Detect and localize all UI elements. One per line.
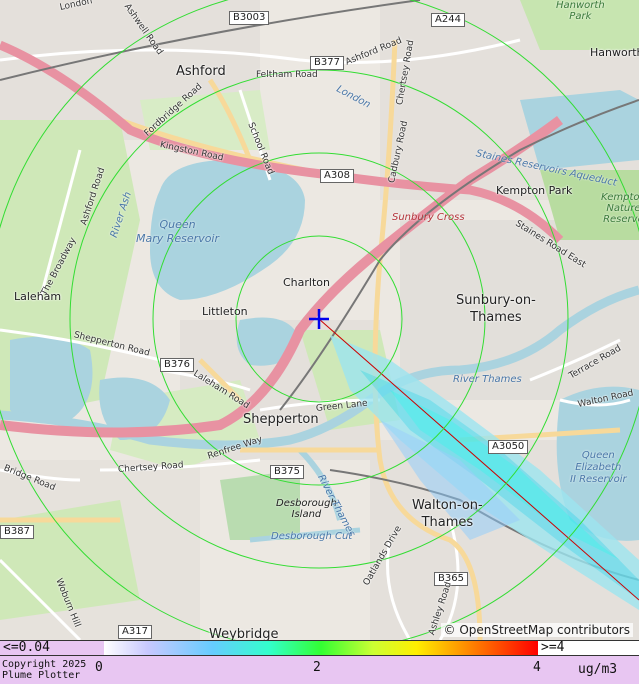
place-littleton: Littleton xyxy=(202,305,248,318)
shield-b375: B375 xyxy=(270,465,304,479)
osm-attribution[interactable]: © OpenStreetMap contributors xyxy=(440,623,633,637)
place-laleham: Laleham xyxy=(14,290,62,303)
water-queen-elizabeth: Queen Elizabeth II Reservoir xyxy=(570,450,627,485)
legend-units: ug/m3 xyxy=(578,662,618,677)
place-sunbury: Sunbury-on- Thames xyxy=(456,293,536,325)
place-ashford: Ashford xyxy=(176,64,226,79)
shield-b376: B376 xyxy=(160,358,194,372)
place-kempton-park: Kempton Park xyxy=(496,184,573,197)
place-sunbury-cross: Sunbury Cross xyxy=(392,212,465,223)
legend-tick-2: 2 xyxy=(313,660,321,675)
map-view[interactable]: Ashford Charlton Littleton Laleham Shepp… xyxy=(0,0,639,640)
map-canvas[interactable] xyxy=(0,0,639,640)
place-hanworth-park: Hanworth Park xyxy=(556,0,605,22)
shield-a244: A244 xyxy=(431,13,465,27)
place-weybridge: Weybridge xyxy=(209,627,279,640)
shield-a3050: A3050 xyxy=(488,440,529,454)
concentration-legend: <=0.04 >=4 0 2 4 ug/m3 Copyright 2025 Pl… xyxy=(0,640,639,684)
shield-b3003: B3003 xyxy=(229,11,270,25)
place-charlton: Charlton xyxy=(283,276,330,289)
legend-bar: <=0.04 >=4 xyxy=(0,640,639,656)
shield-a317: A317 xyxy=(118,625,152,639)
legend-high-label: >=4 xyxy=(541,640,565,655)
legend-gradient xyxy=(104,641,538,655)
legend-tick-4: 4 xyxy=(533,660,541,675)
copyright-text: Copyright 2025 xyxy=(2,659,87,670)
product-name: Plume Plotter xyxy=(2,670,81,681)
water-queen-mary: Queen Mary Reservoir xyxy=(136,218,220,245)
legend-low-label: <=0.04 xyxy=(3,640,50,655)
place-walton: Walton-on- Thames xyxy=(412,498,483,530)
road-feltham-road: Feltham Road xyxy=(256,70,318,80)
place-hanworth: Hanworth xyxy=(590,46,639,59)
water-desborough-cut: Desborough Cut xyxy=(271,531,353,542)
place-kempton-nature: Kempton Nature Reserve xyxy=(601,192,639,225)
water-river-thames: River Thames xyxy=(453,374,522,385)
shield-b377: B377 xyxy=(310,56,344,70)
shield-a308: A308 xyxy=(320,169,354,183)
shield-b387: B387 xyxy=(0,525,34,539)
place-shepperton: Shepperton xyxy=(243,412,319,427)
legend-tick-0: 0 xyxy=(95,660,103,675)
